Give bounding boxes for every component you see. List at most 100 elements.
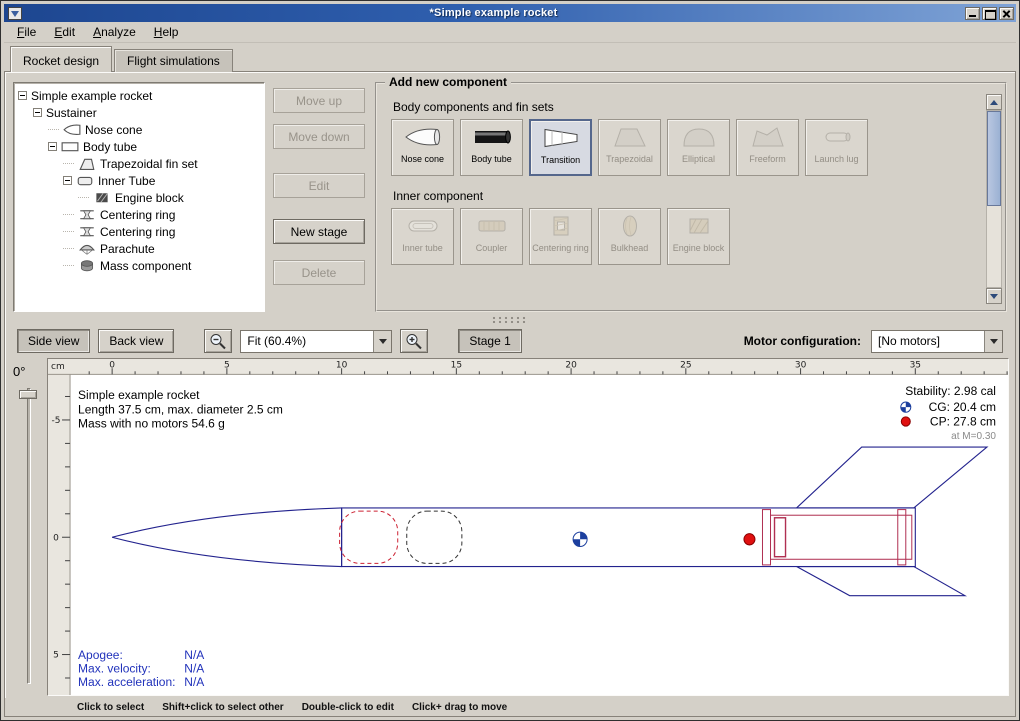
inner-component-label: Inner component — [393, 189, 977, 203]
tab-rocket-design[interactable]: Rocket design — [10, 46, 112, 72]
nose-cone-icon — [403, 120, 443, 154]
cg-symbol — [573, 532, 587, 546]
back-view-button[interactable]: Back view — [98, 329, 174, 353]
menu-help[interactable]: Help — [145, 23, 188, 41]
hint-click-drag: Click+ drag to move — [412, 702, 507, 713]
collapse-toggle-icon[interactable] — [63, 176, 72, 185]
tree-item-sustainer[interactable]: Sustainer — [14, 104, 264, 121]
chevron-down-icon[interactable] — [373, 331, 391, 352]
menu-edit[interactable]: Edit — [45, 23, 84, 41]
add-bulkhead-button[interactable]: Bulkhead — [598, 208, 661, 265]
zoom-in-button[interactable] — [400, 329, 428, 353]
max-acceleration-value: N/A — [184, 675, 205, 689]
add-centering-ring-button[interactable]: Centering ring — [529, 208, 592, 265]
mass-component-icon — [78, 259, 96, 272]
svg-text:25: 25 — [680, 361, 691, 371]
rotation-control: 0° — [5, 358, 47, 696]
menu-file[interactable]: File — [8, 23, 45, 41]
new-stage-button[interactable]: New stage — [273, 219, 365, 244]
svg-text:35: 35 — [910, 361, 921, 371]
tree-item-mass-component[interactable]: Mass component — [14, 257, 264, 274]
add-body-tube-button[interactable]: Body tube — [460, 119, 523, 176]
rotation-slider-track[interactable] — [27, 388, 31, 684]
apogee-label: Apogee: — [78, 648, 123, 662]
splitter-grip-icon — [491, 316, 529, 323]
trapezoidal-fin-icon — [610, 120, 650, 154]
move-down-button[interactable]: Move down — [273, 124, 365, 149]
parachute-outline — [340, 511, 398, 563]
collapse-toggle-icon[interactable] — [18, 91, 27, 100]
tree-item-simple-example-rocket[interactable]: Simple example rocket — [14, 87, 264, 104]
engine-block-icon — [679, 209, 719, 243]
add-trapezoidal-fin-button[interactable]: Trapezoidal — [598, 119, 661, 176]
maximize-icon[interactable] — [982, 7, 997, 20]
tree-item-engine-block[interactable]: Engine block — [14, 189, 264, 206]
chevron-down-icon[interactable] — [984, 331, 1002, 352]
titlebar[interactable]: *Simple example rocket — [4, 4, 1016, 22]
close-icon[interactable] — [999, 7, 1014, 20]
tabstrip: Rocket design Flight simulations — [4, 43, 1016, 71]
stability-value: Stability: 2.98 cal — [905, 384, 996, 398]
component-panel-scrollbar[interactable] — [986, 94, 1002, 304]
add-component-group: Add new component Body components and fi… — [375, 82, 1007, 312]
edit-button[interactable]: Edit — [273, 173, 365, 198]
hint-click-select: Click to select — [77, 702, 144, 713]
tree-item-centering-ring-1[interactable]: Centering ring — [14, 206, 264, 223]
scroll-up-icon[interactable] — [986, 94, 1002, 110]
rocket-mass-label: Mass with no motors 54.6 g — [78, 417, 225, 431]
add-elliptical-fin-button[interactable]: Elliptical — [667, 119, 730, 176]
rocket-window-icon — [8, 7, 22, 20]
tree-action-buttons: Move up Move down Edit New stage Delete — [273, 82, 365, 312]
add-launch-lug-button[interactable]: Launch lug — [805, 119, 868, 176]
svg-text:0: 0 — [53, 533, 59, 543]
add-transition-button[interactable]: Transition — [529, 119, 592, 176]
add-engine-block-button[interactable]: Engine block — [667, 208, 730, 265]
tab-flight-simulations[interactable]: Flight simulations — [114, 49, 233, 72]
add-nose-cone-button[interactable]: Nose cone — [391, 119, 454, 176]
app-window: *Simple example rocket File Edit Analyze… — [0, 0, 1020, 721]
scrollbar-track[interactable] — [986, 110, 1002, 288]
cg-legend-icon — [901, 402, 911, 412]
side-view-button[interactable]: Side view — [17, 329, 90, 353]
parachute-icon — [78, 242, 96, 255]
menubar: File Edit Analyze Help — [4, 22, 1016, 43]
tree-item-body-tube[interactable]: Body tube — [14, 138, 264, 155]
tree-item-trapezoidal-fin-set[interactable]: Trapezoidal fin set — [14, 155, 264, 172]
inner-tube-icon — [76, 174, 94, 187]
tree-item-parachute[interactable]: Parachute — [14, 240, 264, 257]
zoom-select[interactable]: Fit (60.4%) — [240, 330, 392, 353]
body-tube-icon — [61, 140, 79, 153]
rotation-slider-handle[interactable] — [19, 390, 37, 399]
component-tree[interactable]: Simple example rocket Sustainer Nose con… — [13, 82, 265, 312]
collapse-toggle-icon[interactable] — [48, 142, 57, 151]
motor-configuration-select[interactable]: [No motors] — [871, 330, 1003, 353]
move-up-button[interactable]: Move up — [273, 88, 365, 113]
horizontal-ruler — [48, 359, 1008, 374]
launch-lug-icon — [817, 120, 857, 154]
stage-1-toggle[interactable]: Stage 1 — [458, 329, 521, 353]
freeform-fin-icon — [748, 120, 788, 154]
transition-icon — [541, 121, 581, 155]
svg-text:10: 10 — [336, 361, 348, 371]
add-coupler-button[interactable]: Coupler — [460, 208, 523, 265]
zoom-in-icon — [404, 332, 424, 350]
internal-components — [762, 510, 911, 565]
delete-button[interactable]: Delete — [273, 260, 365, 285]
collapse-toggle-icon[interactable] — [33, 108, 42, 117]
minimize-icon[interactable] — [965, 7, 980, 20]
bulkhead-icon — [610, 209, 650, 243]
add-inner-tube-button[interactable]: Inner tube — [391, 208, 454, 265]
add-freeform-fin-button[interactable]: Freeform — [736, 119, 799, 176]
scroll-down-icon[interactable] — [986, 288, 1002, 304]
zoom-out-button[interactable] — [204, 329, 232, 353]
tree-item-nose-cone[interactable]: Nose cone — [14, 121, 264, 138]
zoom-out-icon — [208, 332, 228, 350]
tree-item-centering-ring-2[interactable]: Centering ring — [14, 223, 264, 240]
menu-analyze[interactable]: Analyze — [84, 23, 145, 41]
tree-item-inner-tube[interactable]: Inner Tube — [14, 172, 264, 189]
cp-legend-icon — [901, 417, 910, 426]
scrollbar-thumb[interactable] — [987, 111, 1001, 206]
panel-splitter[interactable] — [5, 314, 1015, 324]
body-tube-icon — [472, 120, 512, 154]
rocket-view-canvas[interactable]: cm 0 5 10 15 20 25 30 35 -5 0 5 — [47, 358, 1009, 696]
